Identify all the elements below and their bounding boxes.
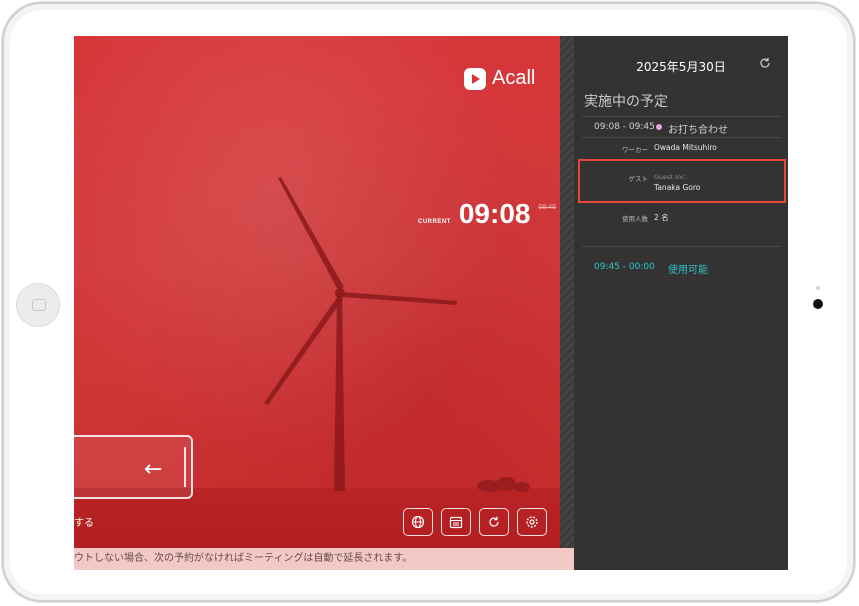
acall-logo-icon (464, 67, 486, 90)
current-slot-time: 09:08 - 09:45 (594, 122, 655, 132)
calendar-button[interactable] (441, 508, 471, 536)
language-button[interactable] (403, 508, 433, 536)
background-photo: Acall CURRENT 09:08 09:45 ← する (74, 36, 574, 548)
brand-logo: Acall (464, 67, 535, 90)
schedule-date: 2025年5月30日 (636, 60, 726, 74)
section-title: 実施中の予定 (584, 94, 668, 110)
guest-highlight (578, 159, 786, 203)
checkout-label: する (74, 518, 94, 529)
next-slot-time: 09:45 - 00:00 (594, 262, 655, 272)
gear-icon (526, 516, 538, 528)
clock-label: CURRENT (418, 219, 451, 225)
refresh-icon[interactable] (758, 56, 772, 70)
brand-name: Acall (492, 67, 536, 89)
home-button-icon (32, 299, 46, 311)
current-slot-title: お打ち合わせ (668, 125, 728, 136)
divider (582, 137, 780, 138)
next-slot-status: 使用可能 (668, 265, 708, 276)
toolbar (403, 508, 547, 536)
refresh-icon (489, 516, 499, 527)
current-clock: CURRENT 09:08 09:45 (418, 198, 556, 230)
attendees-label: 使用人数 (622, 215, 648, 223)
settings-button[interactable] (517, 508, 547, 536)
attendees-count: 2 名 (654, 213, 669, 222)
schedule-panel: 2025年5月30日 実施中の予定 09:08 - 09:45 お打ち合わせ ワ… (574, 36, 788, 570)
divider (582, 246, 780, 247)
refresh-button[interactable] (479, 508, 509, 536)
divider (582, 116, 780, 117)
globe-icon (411, 515, 425, 529)
calendar-icon (449, 516, 463, 529)
button-edge (184, 447, 186, 487)
worker-name: Owada Mitsuhiro (654, 143, 717, 152)
clock-time: 09:08 (458, 198, 531, 229)
checkout-button[interactable]: ← (74, 435, 193, 499)
camera (813, 299, 823, 309)
sensor (816, 286, 820, 290)
worker-label: ワーカー (622, 146, 648, 154)
meeting-dot-icon (656, 124, 662, 130)
clock-end-time: 09:45 (538, 204, 556, 211)
home-button[interactable] (16, 283, 60, 327)
timeline-strip (560, 36, 574, 570)
app-screen: Acall CURRENT 09:08 09:45 ← する ウトしない場合、次… (74, 36, 788, 570)
arrow-left-icon: ← (144, 457, 163, 482)
auto-extend-notice: ウトしない場合、次の予約がなければミーティングは自動で延長されます。 (74, 548, 574, 570)
